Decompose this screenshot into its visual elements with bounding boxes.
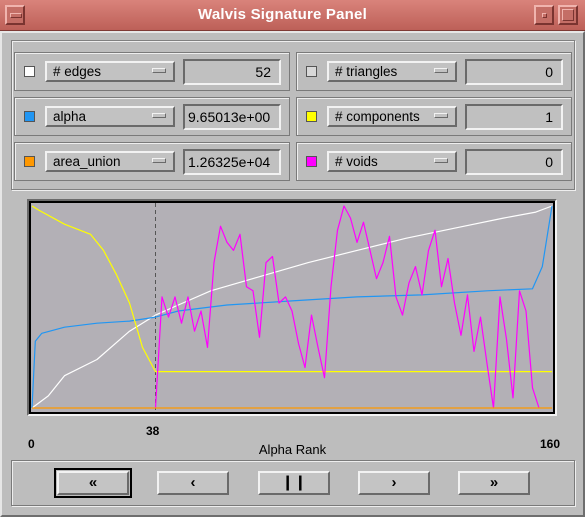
- area-union-color-swatch: [24, 156, 35, 167]
- window-title: Walvis Signature Panel: [198, 6, 367, 23]
- components-value-field[interactable]: 1: [465, 104, 563, 130]
- alpha-value-field[interactable]: 9.65013e+00: [183, 104, 281, 130]
- components-menu-label: # components: [335, 109, 420, 124]
- last-rank-button[interactable]: »: [458, 471, 530, 495]
- triangles-menu-label: # triangles: [335, 64, 398, 79]
- left-arrow-icon: ‹: [190, 474, 196, 491]
- right-arrow-icon: ›: [391, 474, 397, 491]
- components-signature-menu[interactable]: # components: [327, 106, 457, 127]
- field-row-components: # components 1: [296, 97, 572, 136]
- edges-signature-menu[interactable]: # edges: [45, 61, 175, 82]
- field-row-voids: # voids 0: [296, 142, 572, 181]
- components-color-swatch: [306, 111, 317, 122]
- option-menu-indicator-icon: [434, 158, 448, 163]
- voids-value-field[interactable]: 0: [465, 149, 563, 175]
- pause-icon: ❙❙: [281, 474, 307, 491]
- triangles-value-field[interactable]: 0: [465, 59, 563, 85]
- pause-button[interactable]: ❙❙: [258, 471, 330, 495]
- field-row-area-union: area_union 1.26325e+04: [14, 142, 290, 181]
- voids-signature-menu[interactable]: # voids: [327, 151, 457, 172]
- option-menu-indicator-icon: [152, 68, 166, 73]
- edges-color-swatch: [24, 66, 35, 77]
- voids-color-swatch: [306, 156, 317, 167]
- next-rank-button[interactable]: ›: [358, 471, 430, 495]
- maximize-button[interactable]: [558, 5, 578, 25]
- edges-menu-label: # edges: [53, 64, 102, 79]
- x-axis-title: Alpha Rank: [258, 442, 327, 457]
- signature-plot[interactable]: [31, 203, 553, 412]
- title-bar[interactable]: Walvis Signature Panel: [0, 0, 585, 31]
- field-row-alpha: alpha 9.65013e+00: [14, 97, 290, 136]
- marker-rank-label: 38: [146, 424, 160, 438]
- minimize-button[interactable]: [534, 5, 554, 25]
- double-left-arrow-icon: «: [88, 474, 98, 491]
- field-row-triangles: # triangles 0: [296, 52, 572, 91]
- option-menu-indicator-icon: [434, 68, 448, 73]
- plot-background: [31, 203, 553, 412]
- first-rank-button[interactable]: «: [54, 468, 132, 498]
- area-union-value-field[interactable]: 1.26325e+04: [183, 149, 281, 175]
- double-right-arrow-icon: »: [489, 474, 499, 491]
- edges-value-field[interactable]: 52: [183, 59, 281, 85]
- option-menu-indicator-icon: [434, 113, 448, 118]
- field-row-edges: # edges 52: [14, 52, 290, 91]
- alpha-signature-menu[interactable]: alpha: [45, 106, 175, 127]
- window-menu-button[interactable]: [5, 5, 25, 25]
- alpha-menu-label: alpha: [53, 109, 87, 124]
- voids-menu-label: # voids: [335, 154, 378, 169]
- signature-plot-frame: [27, 199, 557, 416]
- triangles-signature-menu[interactable]: # triangles: [327, 61, 457, 82]
- triangles-color-swatch: [306, 66, 317, 77]
- area-union-menu-label: area_union: [53, 154, 121, 169]
- previous-rank-button[interactable]: ‹: [157, 471, 229, 495]
- option-menu-indicator-icon: [152, 113, 166, 118]
- option-menu-indicator-icon: [152, 158, 166, 163]
- area-union-signature-menu[interactable]: area_union: [45, 151, 175, 172]
- alpha-color-swatch: [24, 111, 35, 122]
